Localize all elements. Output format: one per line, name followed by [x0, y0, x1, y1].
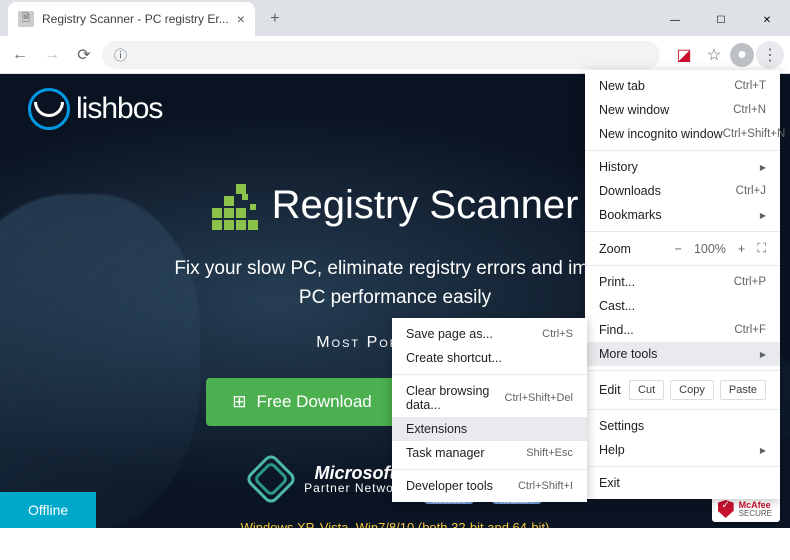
menu-find[interactable]: Find...Ctrl+F	[585, 318, 780, 342]
logo-text: lishbos	[76, 92, 162, 126]
menu-new-tab[interactable]: New tabCtrl+T	[585, 74, 780, 98]
menu-incognito[interactable]: New incognito windowCtrl+Shift+N	[585, 122, 780, 146]
menu-downloads[interactable]: DownloadsCtrl+J	[585, 179, 780, 203]
menu-separator	[585, 231, 780, 232]
free-download-button[interactable]: ⊞ Free Download	[206, 378, 398, 426]
tab-strip: 🗎 Registry Scanner - PC registry Er... ×…	[0, 0, 790, 36]
offline-badge[interactable]: Offline	[0, 492, 96, 528]
chrome-main-menu: New tabCtrl+T New windowCtrl+N New incog…	[585, 70, 780, 499]
reload-button[interactable]: ⟳	[70, 41, 98, 69]
submenu-extensions[interactable]: Extensions	[392, 417, 587, 441]
forward-button[interactable]: →	[38, 41, 66, 69]
menu-exit[interactable]: Exit	[585, 471, 780, 495]
mcafee-tag: SECURE	[739, 510, 772, 518]
submenu-create-shortcut[interactable]: Create shortcut...	[392, 346, 587, 370]
paste-button[interactable]: Paste	[720, 380, 766, 400]
submenu-save-page[interactable]: Save page as...Ctrl+S	[392, 322, 587, 346]
site-logo[interactable]: lishbos	[28, 88, 162, 130]
submenu-clear-data[interactable]: Clear browsing data...Ctrl+Shift+Del	[392, 379, 587, 417]
close-window-button[interactable]: ✕	[744, 4, 790, 36]
free-download-label: Free Download	[256, 392, 371, 412]
profile-avatar-icon[interactable]: ●	[730, 43, 754, 67]
ms-partner-badge: Microsoft Partner Network	[248, 456, 406, 502]
menu-new-window[interactable]: New windowCtrl+N	[585, 98, 780, 122]
minimize-button[interactable]: —	[652, 4, 698, 36]
partner-swirl-icon	[248, 456, 294, 502]
menu-separator	[585, 409, 780, 410]
kebab-menu-button[interactable]: ⋮	[756, 41, 784, 69]
menu-separator	[585, 370, 780, 371]
shield-icon	[718, 500, 734, 518]
menu-separator	[585, 265, 780, 266]
menu-bookmarks[interactable]: Bookmarks▶	[585, 203, 780, 227]
submenu-developer-tools[interactable]: Developer toolsCtrl+Shift+I	[392, 474, 587, 498]
mcafee-secure-badge[interactable]: McAfee SECURE	[712, 496, 780, 522]
maximize-button[interactable]: ☐	[698, 4, 744, 36]
registry-icon	[212, 180, 262, 230]
windows-icon: ⊞	[232, 392, 246, 412]
menu-edit-row: Edit Cut Copy Paste	[585, 375, 780, 405]
zoom-value: 100%	[694, 242, 726, 256]
menu-print[interactable]: Print...Ctrl+P	[585, 270, 780, 294]
menu-separator	[585, 466, 780, 467]
logo-icon	[28, 88, 70, 130]
site-info-icon[interactable]: ⓘ	[114, 45, 127, 64]
submenu-separator	[392, 469, 587, 470]
compatibility-text: Windows XP, Vista, Win7/8/10 (both 32-bi…	[0, 520, 790, 528]
back-button[interactable]: ←	[6, 41, 34, 69]
menu-zoom: Zoom − 100% + ⛶	[585, 236, 780, 261]
menu-settings[interactable]: Settings	[585, 414, 780, 438]
zoom-out-button[interactable]: −	[675, 242, 682, 256]
cut-button[interactable]: Cut	[629, 380, 664, 400]
menu-history[interactable]: History▶	[585, 155, 780, 179]
copy-button[interactable]: Copy	[670, 380, 714, 400]
extension-icon[interactable]: ◪	[670, 41, 698, 69]
new-tab-button[interactable]: +	[261, 5, 289, 33]
zoom-label: Zoom	[599, 242, 631, 256]
browser-tab[interactable]: 🗎 Registry Scanner - PC registry Er... ×	[8, 2, 255, 36]
partner-line1: Microsoft	[304, 464, 406, 482]
bookmark-star-icon[interactable]: ☆	[700, 41, 728, 69]
menu-separator	[585, 150, 780, 151]
partner-line2: Partner Network	[304, 482, 406, 494]
edit-label: Edit	[599, 383, 621, 397]
submenu-task-manager[interactable]: Task managerShift+Esc	[392, 441, 587, 465]
submenu-separator	[392, 374, 587, 375]
browser-toolbar: ← → ⟳ ⓘ ◪ ☆ ● ⋮	[0, 36, 790, 74]
tab-title: Registry Scanner - PC registry Er...	[42, 12, 229, 26]
tab-favicon: 🗎	[18, 11, 34, 27]
zoom-in-button[interactable]: +	[738, 242, 745, 256]
menu-more-tools[interactable]: More tools▶	[585, 342, 780, 366]
more-tools-submenu: Save page as...Ctrl+S Create shortcut...…	[392, 318, 587, 502]
address-bar[interactable]: ⓘ	[102, 41, 660, 69]
hero-title: Registry Scanner	[272, 183, 579, 228]
fullscreen-icon[interactable]: ⛶	[757, 241, 766, 256]
close-icon[interactable]: ×	[237, 11, 245, 27]
menu-cast[interactable]: Cast...	[585, 294, 780, 318]
menu-help[interactable]: Help▶	[585, 438, 780, 462]
